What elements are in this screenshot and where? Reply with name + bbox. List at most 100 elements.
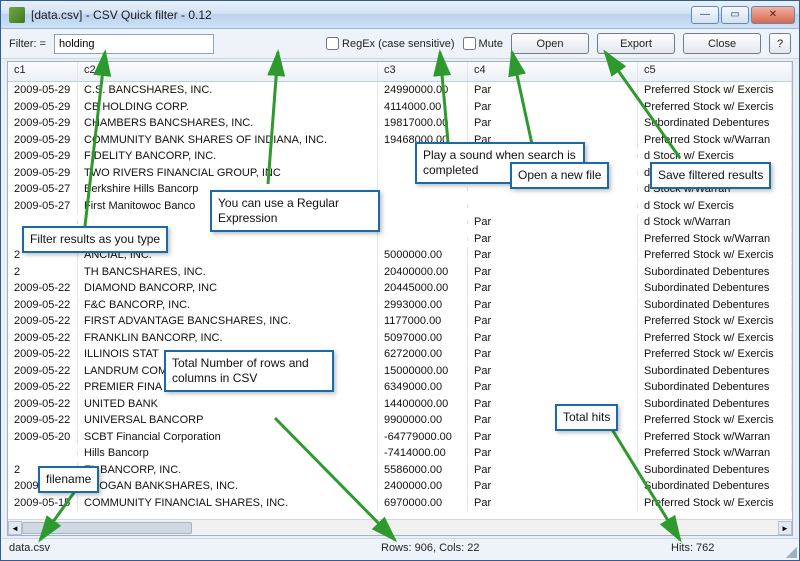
window-title: [data.csv] - CSV Quick filter - 0.12 [31,8,691,22]
cell-c2: Hills Bancorp [78,445,378,461]
close-window-button[interactable]: ✕ [751,6,795,24]
cell-c1: 2009-05-27 [8,198,78,214]
column-header-c3[interactable]: c3 [378,62,468,81]
mute-checkbox-wrap[interactable]: Mute [463,37,503,50]
cell-c2: FIRST ADVANTAGE BANCSHARES, INC. [78,313,378,329]
table-row[interactable]: 2009-05-29CB HOLDING CORP.4114000.00ParP… [8,99,792,116]
cell-c4: Par [468,346,638,362]
table-row[interactable]: 2009-05-15COMMUNITY FINANCIAL SHARES, IN… [8,495,792,512]
cell-c1 [8,220,78,224]
cell-c1: 2009-05-22 [8,313,78,329]
cell-c4: Par [468,495,638,511]
table-row[interactable]: 2009-05-22LANDRUM COM15000000.00ParSubor… [8,363,792,380]
mute-checkbox[interactable] [463,37,476,50]
cell-c4: Par [468,363,638,379]
cell-c3: 5000000.00 [378,247,468,263]
cell-c2: DIAMOND BANCORP, INC [78,280,378,296]
cell-c3: 19817000.00 [378,115,468,131]
cell-c5: Preferred Stock w/Warran [638,231,792,247]
export-button[interactable]: Export [597,33,675,54]
table-row[interactable]: 2009-05-15BROGAN BANKSHARES, INC.2400000… [8,478,792,495]
status-hits: Hits: 762 [671,542,791,557]
table-row[interactable]: 2TH BANCSHARES, INC.20400000.00ParSubord… [8,264,792,281]
table-row[interactable]: 2009-05-29C.S. BANCSHARES, INC.24990000.… [8,82,792,99]
cell-c1: 2009-05-22 [8,396,78,412]
table-row[interactable]: Hills Bancorp-7414000.00ParPreferred Sto… [8,445,792,462]
column-header-c4[interactable]: c4 [468,62,638,81]
cell-c3: 15000000.00 [378,363,468,379]
cell-c5: Subordinated Debentures [638,478,792,494]
cell-c5: Preferred Stock w/ Exercis [638,313,792,329]
cell-c5: d Stock w/ Exercis [638,198,792,214]
regex-checkbox[interactable] [326,37,339,50]
table-row[interactable]: 2009-05-22UNIVERSAL BANCORP9900000.00Par… [8,412,792,429]
table-row[interactable]: 2009-05-27First Manitowoc Bancod Stock w… [8,198,792,215]
regex-checkbox-label: RegEx (case sensitive) [342,38,455,50]
cell-c5: Subordinated Debentures [638,280,792,296]
maximize-button[interactable]: ▭ [721,6,749,24]
callout-rowscols: Total Number of rows and columns in CSV [164,350,334,392]
filter-label: Filter: = [9,38,46,50]
cell-c1: 2009-05-22 [8,280,78,296]
cell-c3: -7414000.00 [378,445,468,461]
table-row[interactable]: 2009-05-22PREMIER FINA6349000.00ParSubor… [8,379,792,396]
cell-c1: 2009-05-22 [8,379,78,395]
cell-c5: Preferred Stock w/ Exercis [638,82,792,98]
minimize-button[interactable]: — [691,6,719,24]
table-row[interactable]: 2009-05-22F&C BANCORP, INC.2993000.00Par… [8,297,792,314]
column-header-c5[interactable]: c5 [638,62,792,81]
scroll-thumb[interactable] [22,522,192,534]
cell-c4: Par [468,247,638,263]
column-header-c2[interactable]: c2 [78,62,378,81]
table-row[interactable]: 2009-05-22DIAMOND BANCORP, INC20445000.0… [8,280,792,297]
horizontal-scrollbar[interactable]: ◄ ► [8,519,792,535]
cell-c3: 1177000.00 [378,313,468,329]
cell-c5: Preferred Stock w/ Exercis [638,99,792,115]
cell-c3: 20445000.00 [378,280,468,296]
scroll-right-arrow[interactable]: ► [778,521,792,535]
cell-c2: CB HOLDING CORP. [78,99,378,115]
cell-c4: Par [468,330,638,346]
status-rows-cols: Rows: 906, Cols: 22 [381,542,659,557]
table-row[interactable]: 2009-05-29COMMUNITY BANK SHARES OF INDIA… [8,132,792,149]
cell-c4: Par [468,82,638,98]
cell-c2: F&C BANCORP, INC. [78,297,378,313]
column-header-c1[interactable]: c1 [8,62,78,81]
cell-c2: TWO RIVERS FINANCIAL GROUP, INC [78,165,378,181]
status-filename: data.csv [9,542,369,557]
filter-input[interactable] [54,34,214,54]
scroll-left-arrow[interactable]: ◄ [8,521,22,535]
table-row[interactable]: 2009-05-22ILLINOIS STAT6272000.00ParPref… [8,346,792,363]
table-row[interactable]: 2EL BANCORP, INC.5586000.00ParSubordinat… [8,462,792,479]
table-body: 2009-05-29C.S. BANCSHARES, INC.24990000.… [8,82,792,519]
cell-c3: 6349000.00 [378,379,468,395]
cell-c4: Par [468,264,638,280]
cell-c3: 6970000.00 [378,495,468,511]
table-row[interactable]: 2009-05-22UNITED BANK14400000.00ParSubor… [8,396,792,413]
close-button[interactable]: Close [683,33,761,54]
resize-grip-icon[interactable] [783,544,797,558]
callout-regex: You can use a Regular Expression [210,190,380,232]
cell-c1: 2009-05-29 [8,132,78,148]
cell-c3 [378,220,468,224]
open-button[interactable]: Open [511,33,589,54]
cell-c3: 4114000.00 [378,99,468,115]
help-button[interactable]: ? [769,33,791,54]
table-row[interactable]: 2009-05-22FIRST ADVANTAGE BANCSHARES, IN… [8,313,792,330]
table-row[interactable]: 2009-05-29CHAMBERS BANCSHARES, INC.19817… [8,115,792,132]
regex-checkbox-wrap[interactable]: RegEx (case sensitive) [326,37,455,50]
cell-c3 [378,204,468,208]
cell-c2: C.S. BANCSHARES, INC. [78,82,378,98]
cell-c5: Subordinated Debentures [638,264,792,280]
cell-c5: Preferred Stock w/ Exercis [638,346,792,362]
cell-c2: UNIVERSAL BANCORP [78,412,378,428]
cell-c2: FRANKLIN BANCORP, INC. [78,330,378,346]
cell-c1: 2009-05-22 [8,363,78,379]
cell-c4: Par [468,297,638,313]
cell-c4: Par [468,478,638,494]
cell-c4: Par [468,231,638,247]
callout-open: Open a new file [510,162,609,189]
table-row[interactable]: 2009-05-20SCBT Financial Corporation-647… [8,429,792,446]
cell-c1: 2009-05-29 [8,115,78,131]
table-row[interactable]: 2009-05-22FRANKLIN BANCORP, INC.5097000.… [8,330,792,347]
